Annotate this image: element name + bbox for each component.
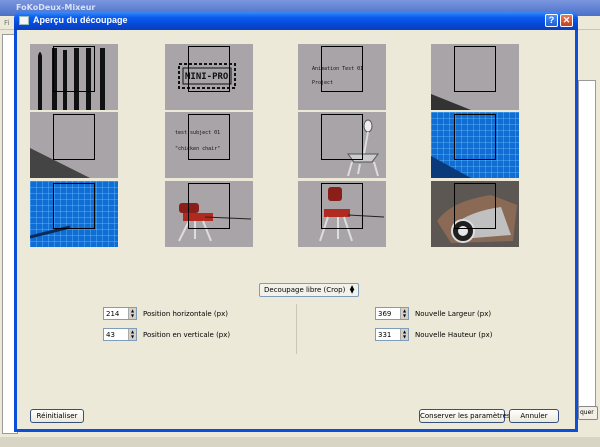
crop-rectangle — [321, 183, 363, 229]
window-icon — [19, 16, 29, 25]
crop-rectangle — [53, 114, 95, 160]
background-side-button[interactable]: quer — [578, 406, 598, 420]
crop-mode-selected: Decoupage libre (Crop) — [264, 286, 346, 294]
crop-rectangle — [321, 46, 363, 92]
dialog-titlebar[interactable]: Aperçu du découpage ? ✕ — [14, 12, 578, 30]
position-vertical-label: Position en verticale (px) — [143, 331, 231, 339]
spin-arrows-icon[interactable]: ▲ ▼ — [128, 308, 136, 319]
crop-rectangle — [188, 114, 230, 160]
crop-rectangle — [454, 46, 496, 92]
thumbnail-frame-2[interactable]: MINI-PRO — [165, 44, 253, 110]
new-width-label: Nouvelle Largeur (px) — [415, 310, 492, 318]
crop-rectangle — [454, 183, 496, 229]
crop-rectangle — [454, 114, 496, 160]
crop-rectangle — [188, 183, 230, 229]
spin-arrows-icon[interactable]: ▲ ▼ — [400, 329, 408, 340]
spin-arrows-icon[interactable]: ▲ ▼ — [128, 329, 136, 340]
fields-separator — [296, 304, 297, 354]
spin-arrows-icon[interactable]: ▲ ▼ — [400, 308, 408, 319]
keep-settings-button[interactable]: Conserver les paramètres — [419, 409, 511, 423]
thumbnail-frame-5[interactable] — [30, 112, 118, 178]
cancel-button[interactable]: Annuler — [509, 409, 559, 423]
thumbnail-frame-11[interactable] — [298, 181, 386, 247]
thumbnail-frame-1[interactable] — [30, 44, 118, 110]
position-vertical-spinbox[interactable]: 43 ▲ ▼ — [103, 328, 137, 341]
new-width-spinbox[interactable]: 369 ▲ ▼ — [375, 307, 409, 320]
thumbnail-frame-10[interactable] — [165, 181, 253, 247]
close-button[interactable]: ✕ — [560, 14, 573, 27]
thumbnail-frame-7[interactable] — [298, 112, 386, 178]
thumbnail-frame-4[interactable] — [431, 44, 519, 110]
crop-mode-dropdown[interactable]: Decoupage libre (Crop) ▲ ▼ — [259, 283, 359, 297]
background-right-panel — [578, 80, 596, 410]
thumbnail-frame-3[interactable]: Animation Test 01 Project — [298, 44, 386, 110]
dialog-content: MINI-PRO Animation Test 01 Project test … — [17, 30, 575, 429]
thumbnail-frame-6[interactable]: test subject 01 "chicken chair" — [165, 112, 253, 178]
background-statusbar — [0, 437, 600, 447]
new-height-label: Nouvelle Hauteur (px) — [415, 331, 493, 339]
dialog-title: Aperçu du découpage — [33, 15, 128, 25]
thumbnail-frame-12[interactable] — [431, 181, 519, 247]
thumbnail-frame-8[interactable] — [431, 112, 519, 178]
crop-rectangle — [188, 46, 230, 92]
new-height-value: 331 — [378, 331, 392, 339]
crop-rectangle — [53, 183, 95, 229]
crop-preview-dialog: Aperçu du découpage ? ✕ MINI-PRO Animati… — [14, 12, 578, 432]
position-horizontal-spinbox[interactable]: 214 ▲ ▼ — [103, 307, 137, 320]
thumbnail-frame-9[interactable] — [30, 181, 118, 247]
background-app-title: FoKoDeux-Mixeur — [16, 3, 96, 12]
new-width-value: 369 — [378, 310, 392, 318]
crop-rectangle — [53, 46, 95, 92]
help-button[interactable]: ? — [545, 14, 558, 27]
crop-rectangle — [321, 114, 363, 160]
reset-button[interactable]: Réinitialiser — [30, 409, 84, 423]
position-vertical-value: 43 — [106, 331, 115, 339]
background-menu-file[interactable]: Fi — [4, 19, 9, 27]
position-horizontal-label: Position horizontale (px) — [143, 310, 228, 318]
new-height-spinbox[interactable]: 331 ▲ ▼ — [375, 328, 409, 341]
position-horizontal-value: 214 — [106, 310, 120, 318]
chevron-updown-icon: ▲ ▼ — [349, 284, 355, 295]
